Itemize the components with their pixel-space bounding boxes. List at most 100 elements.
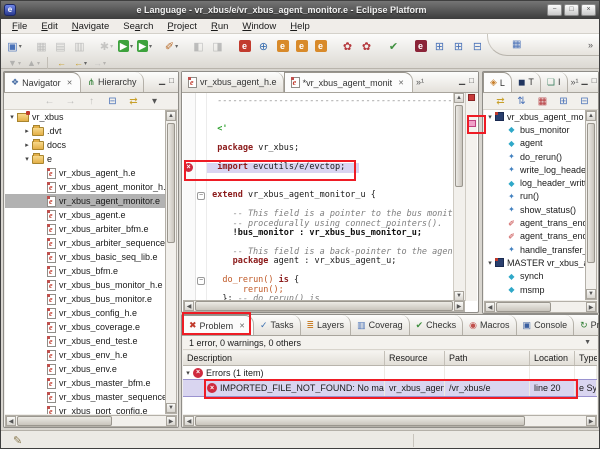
outline-item-agent-trans-end[interactable]: ✐ agent_trans_end [484, 216, 586, 229]
swirl-icon-2[interactable]: ✿ [358, 38, 375, 55]
close-icon[interactable]: ✕ [237, 321, 247, 331]
tree-item-vr-xbus-agent-monitor-h-e[interactable]: e vr_xbus_agent_monitor_h.e [5, 180, 166, 194]
scroll-up-icon[interactable]: ▲ [586, 111, 596, 121]
tree-item-vr-xbus-config-h-e[interactable]: e vr_xbus_config_h.e [5, 306, 166, 320]
column-header-resource[interactable]: Resource [385, 351, 445, 365]
problems-tab-problem[interactable]: ✖ Problem ✕ [182, 315, 254, 335]
scroll-left-icon[interactable]: ◀ [485, 302, 495, 312]
tree-item-vr-xbus-bus-monitor-h-e[interactable]: e vr_xbus_bus_monitor_h.e [5, 278, 166, 292]
outline-tab-t[interactable]: ◼ T [512, 72, 541, 92]
scroll-left-icon[interactable]: ◀ [184, 416, 194, 426]
editor-fold-ruler[interactable] [196, 93, 207, 301]
menu-navigate[interactable]: Navigate [65, 20, 117, 33]
tree-item-docs[interactable]: ▸ docs [5, 138, 166, 152]
expander-icon[interactable]: ▾ [22, 155, 32, 163]
collapse-all-icon[interactable]: ⊟ [104, 94, 121, 108]
editor-tab-vr-xbus-agent-h-e[interactable]: e vr_xbus_agent_h.e [182, 72, 284, 92]
menu-run[interactable]: Run [204, 20, 235, 33]
maximize-button[interactable]: □ [564, 4, 579, 16]
code-area[interactable]: ----------------------------------------… [207, 93, 453, 301]
scroll-right-icon[interactable]: ▶ [166, 416, 176, 426]
outline-item-write-log-heade[interactable]: ✦ write_log_heade [484, 163, 586, 176]
perspective-icon[interactable]: ▦ [512, 39, 521, 50]
expand-all-icon[interactable]: ⊞ [555, 94, 572, 108]
column-header-description[interactable]: Description [183, 351, 385, 365]
editor-hscrollbar[interactable]: ◀ ▶ [183, 300, 465, 312]
outline-tab-i[interactable]: ❏ I [541, 72, 568, 92]
scroll-thumb[interactable] [195, 301, 453, 311]
scroll-right-icon[interactable]: ▶ [454, 301, 464, 311]
e-file-toolbar-icon-3[interactable]: e [312, 38, 329, 55]
navigator-hscrollbar[interactable]: ◀ ▶ [5, 415, 177, 427]
close-button[interactable]: × [581, 4, 596, 16]
tree-item-e[interactable]: ▾ e [5, 152, 166, 166]
sort-icon[interactable]: ⇅ [513, 94, 530, 108]
editor-vscrollbar[interactable]: ▲ ▼ [453, 93, 465, 301]
scroll-right-icon[interactable]: ▶ [586, 416, 596, 426]
tree-item-vr-xbus-bfm-e[interactable]: e vr_xbus_bfm.e [5, 264, 166, 278]
problems-tab-tasks[interactable]: ✓ Tasks [254, 315, 301, 335]
problem-row[interactable]: ×IMPORTED_FILE_NOT_FOUND: No match for i… [183, 379, 597, 397]
column-header-type[interactable]: Type [575, 351, 597, 365]
column-header-path[interactable]: Path [445, 351, 530, 365]
problems-tab-layers[interactable]: ≣ Layers [301, 315, 352, 335]
link-with-editor-icon[interactable]: ⇄ [125, 94, 142, 108]
editor-gutter[interactable] [183, 93, 196, 301]
tree-item-vr-xbus-env-h-e[interactable]: e vr_xbus_env_h.e [5, 348, 166, 362]
expander-icon[interactable]: ▸ [22, 141, 32, 149]
tree-item-vr-xbus-coverage-e[interactable]: e vr_xbus_coverage.e [5, 320, 166, 334]
tree-item-vr-xbus-agent-monitor-e[interactable]: e vr_xbus_agent_monitor.e [5, 194, 166, 208]
expander-icon[interactable]: ▾ [485, 259, 495, 267]
expander-icon[interactable]: ▸ [22, 127, 32, 135]
menu-help[interactable]: Help [283, 20, 317, 33]
problems-hscrollbar[interactable]: ◀ ▶ [183, 415, 597, 427]
outline-item-bus-monitor[interactable]: ◆ bus_monitor [484, 123, 586, 136]
collapse-all-icon[interactable]: ⊟ [469, 38, 481, 55]
menu-search[interactable]: Search [116, 20, 160, 33]
back-button[interactable]: ← ▾ [72, 58, 89, 69]
scroll-thumb[interactable] [167, 123, 175, 243]
problems-tab-checks[interactable]: ✔ Checks [410, 315, 464, 335]
view-menu-icon[interactable]: ▾ [146, 94, 163, 108]
scroll-right-icon[interactable]: ▶ [586, 302, 596, 312]
scroll-thumb[interactable] [587, 123, 595, 263]
outline-item-handle-transfer[interactable]: ✦ handle_transfer_ [484, 243, 586, 256]
editor-tab-vr-xbus-agent-monit[interactable]: e *vr_xbus_agent_monit ✕ [283, 72, 413, 92]
tree-item-vr-xbus-env-e[interactable]: e vr_xbus_env.e [5, 362, 166, 376]
navigator-tab-hierarchy[interactable]: ⋔ Hierarchy [81, 72, 144, 92]
problems-tab-macros[interactable]: ◉ Macros [463, 315, 517, 335]
link-with-editor-icon[interactable]: ⇄ [492, 94, 509, 108]
outline-minimize-icon[interactable]: ▁ [582, 76, 588, 85]
expander-icon[interactable]: ▾ [183, 369, 193, 377]
outline-item-master-vr-xbus-a[interactable]: ▾ MASTER vr_xbus_a [484, 256, 586, 269]
tree-item-dvt[interactable]: ▸ .dvt [5, 124, 166, 138]
check-icon[interactable]: ✔ [385, 38, 402, 55]
problems-tab-coverag[interactable]: ▥ Coverag [351, 315, 410, 335]
navigator-minimize-icon[interactable]: ▁ [159, 76, 165, 85]
e-reload-icon[interactable]: e [236, 38, 253, 55]
expander-icon[interactable]: ▾ [7, 113, 17, 121]
close-icon[interactable]: ✕ [396, 78, 406, 88]
editor-maximize-icon[interactable]: □ [469, 76, 474, 85]
editor-tab-overflow-icon[interactable]: »¹ [413, 77, 427, 87]
problems-tab-console[interactable]: ▣ Console [517, 315, 575, 335]
outline-item-agent-trans-end[interactable]: ✐ agent_trans_end [484, 230, 586, 243]
menu-project[interactable]: Project [160, 20, 204, 33]
tree-item-vr-xbus-agent-e[interactable]: e vr_xbus_agent.e [5, 208, 166, 222]
expand-all-icon-1[interactable]: ⊞ [431, 38, 448, 55]
minimize-button[interactable]: − [547, 4, 562, 16]
scroll-up-icon[interactable]: ▲ [454, 93, 464, 103]
e-browser-icon[interactable]: ⊕ [255, 38, 272, 55]
outline-item-run[interactable]: ✦ run() [484, 190, 586, 203]
overview-ruler[interactable] [465, 93, 477, 301]
navigator-maximize-icon[interactable]: □ [169, 76, 174, 85]
tree-item-vr-xbus-arbiter-sequence-h-e[interactable]: evr_xbus_arbiter_sequence_h.e [5, 236, 166, 250]
scroll-left-icon[interactable]: ◀ [184, 301, 194, 311]
filter-icon[interactable]: ▦ [534, 94, 551, 108]
scroll-down-icon[interactable]: ▼ [586, 289, 596, 299]
perspective-overflow-icon[interactable]: » [588, 40, 593, 50]
outline-hscrollbar[interactable]: ◀ ▶ [484, 301, 597, 313]
menu-window[interactable]: Window [235, 20, 283, 33]
problems-tab-progres[interactable]: ↻Progres [574, 315, 599, 335]
scroll-thumb[interactable] [455, 105, 463, 187]
